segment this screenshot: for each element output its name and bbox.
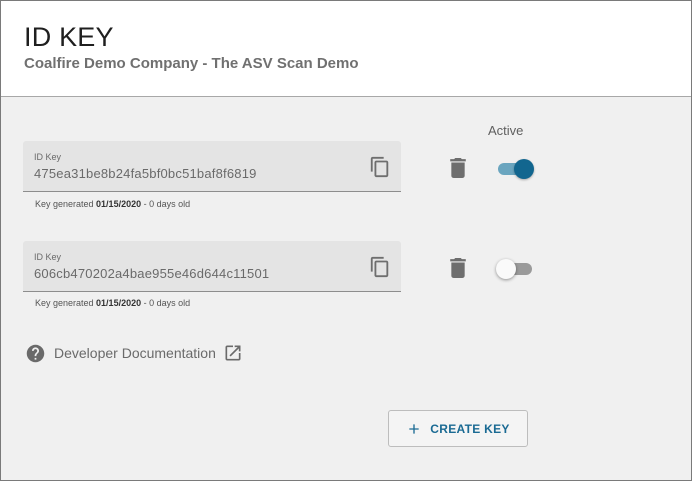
help-circle-icon [26,344,45,362]
active-column-header: Active [488,123,524,138]
page-title: ID KEY [24,22,114,52]
toggle-thumb [496,259,516,279]
create-key-button[interactable]: CREATE KEY [388,410,528,447]
id-key-panel: ID KEY Coalfire Demo Company - The ASV S… [0,0,692,481]
key-generated-prefix: Key generated [35,298,97,308]
toggle-thumb [514,159,534,179]
create-key-label: CREATE KEY [430,421,510,436]
copy-icon[interactable] [369,255,391,279]
developer-documentation-label[interactable]: Developer Documentation [54,345,216,361]
id-key-value[interactable]: 475ea31be8b24fa5bf0bc51baf8f6819 [34,166,257,181]
id-key-field[interactable]: ID Key 606cb470202a4bae955e46d644c11501 [23,241,401,292]
delete-icon[interactable] [449,258,467,278]
id-key-field-label: ID Key [34,252,62,262]
key-generated-text: Key generated 01/15/2020 - 0 days old [35,199,190,209]
copy-icon[interactable] [369,155,391,179]
developer-documentation-link[interactable]: Developer Documentation [25,342,243,364]
id-key-value[interactable]: 606cb470202a4bae955e46d644c11501 [34,266,269,281]
plus-icon [409,423,419,434]
page-subtitle: Coalfire Demo Company - The ASV Scan Dem… [24,55,359,72]
key-generated-date: 01/15/2020 [96,298,142,308]
id-key-field[interactable]: ID Key 475ea31be8b24fa5bf0bc51baf8f6819 [23,141,401,192]
delete-icon[interactable] [449,158,467,178]
page-header: ID KEY Coalfire Demo Company - The ASV S… [1,1,691,97]
key-generated-prefix: Key generated [35,199,97,209]
key-generated-age: - 0 days old [141,199,191,209]
key-generated-date: 01/15/2020 [96,199,142,209]
active-toggle[interactable] [496,257,534,281]
id-key-field-label: ID Key [34,152,62,162]
key-generated-age: - 0 days old [141,298,191,308]
open-in-new-icon[interactable] [223,343,243,363]
key-generated-text: Key generated 01/15/2020 - 0 days old [35,298,190,308]
active-toggle[interactable] [496,157,534,181]
